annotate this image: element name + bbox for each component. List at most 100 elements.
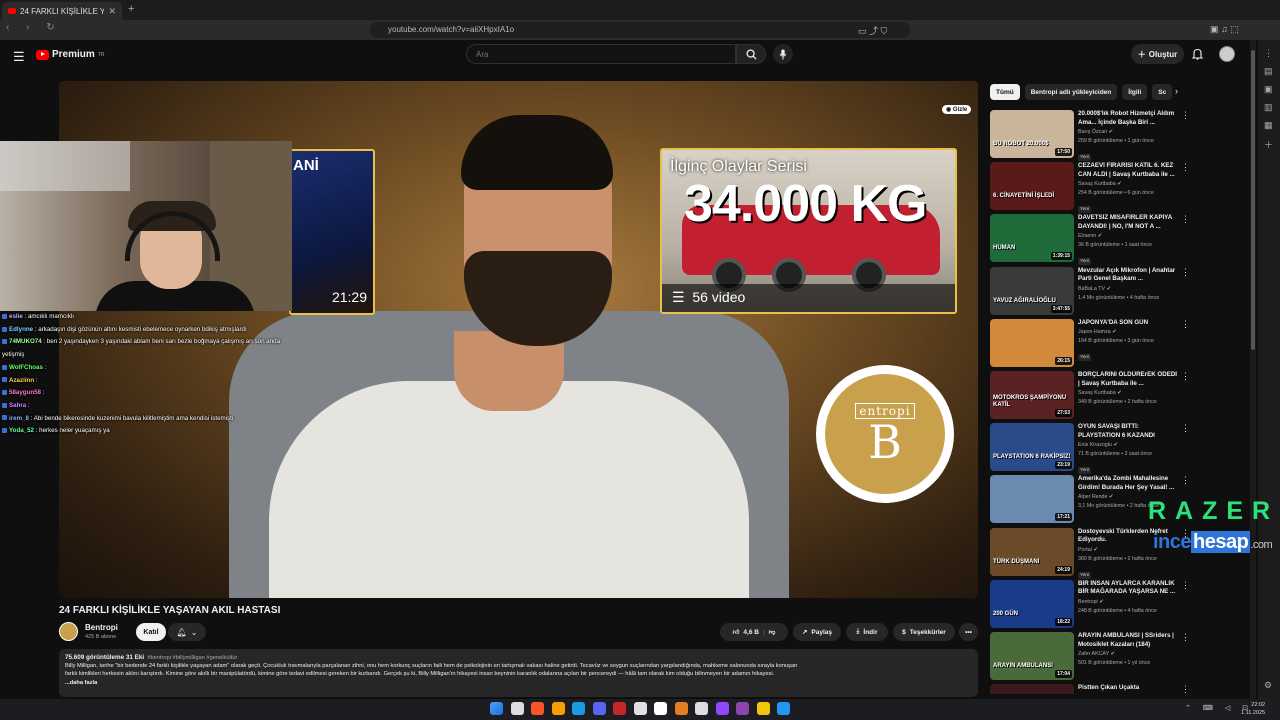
chat-username[interactable]: WolFChoas bbox=[9, 364, 43, 371]
video-thumbnail[interactable]: MOTOKROS ŞAMPİYONU KATİL 27:53 bbox=[990, 371, 1074, 419]
recommended-video[interactable]: PLAYSTATION 6 RAKİPSİZ! 23:19 OYUN SAVAŞI … bbox=[990, 423, 1190, 475]
more-options-icon[interactable]: ⋮ bbox=[1181, 214, 1190, 225]
video-title[interactable]: Pistten Çıkan Uçakta bbox=[1078, 684, 1178, 693]
app-icon[interactable] bbox=[674, 702, 688, 715]
recommended-video[interactable]: 26:15 JAPONYA'DA SON GÜN Japon Hamza ✔ 164 … bbox=[990, 318, 1190, 367]
video-title[interactable]: Amerika'da Zombi Mahallesine Girdim! Bur… bbox=[1078, 475, 1178, 492]
video-title[interactable]: JAPONYA'DA SON GÜN bbox=[1078, 319, 1178, 328]
chat-username[interactable]: Sahra bbox=[9, 402, 26, 409]
channel-name[interactable]: Bentropi ✔ bbox=[1078, 598, 1178, 607]
video-title[interactable]: BİR İNSAN AYLARCA KARANLIK BİR MAĞARADA … bbox=[1078, 580, 1178, 597]
video-thumbnail[interactable]: HUMAN 1:39:15 bbox=[990, 214, 1074, 263]
hashtags[interactable]: #bentropi #billymilligan #genelkültür bbox=[147, 655, 237, 661]
recommended-video[interactable]: MOTOKROS ŞAMPİYONU KATİL 27:53 BORÇLARINI … bbox=[990, 371, 1190, 419]
channel-name[interactable]: BaBaLa TV ✔ bbox=[1078, 285, 1178, 294]
app-icon[interactable] bbox=[756, 702, 770, 715]
video-thumbnail[interactable]: 26:15 bbox=[990, 318, 1074, 367]
sidebar-icon[interactable]: ▤ bbox=[1264, 66, 1273, 77]
video-thumbnail[interactable]: YAVUZ AĞIRALİOĞLU 3:47:55 bbox=[990, 266, 1074, 315]
discord-icon[interactable] bbox=[592, 702, 606, 715]
video-thumbnail[interactable]: 200 GÜN 18:22 bbox=[990, 579, 1074, 628]
channel-name[interactable]: Savaş Kurtbaba ✔ bbox=[1078, 389, 1178, 398]
video-title[interactable]: CEZAEVİ FİRARİSİ KATİL 6. KEZ CAN ALDI |… bbox=[1078, 162, 1178, 179]
more-options-icon[interactable]: ⋮ bbox=[1181, 475, 1190, 486]
more-options-icon[interactable]: ⋮ bbox=[1181, 319, 1190, 330]
dislike-icon[interactable]: 👎︎ bbox=[769, 628, 776, 636]
windows-start-icon[interactable] bbox=[490, 702, 503, 715]
settings-gear-icon[interactable]: ⚙ bbox=[1264, 680, 1272, 691]
nav-buttons[interactable]: ‹ › ↻ bbox=[6, 22, 62, 33]
video-title[interactable]: ARAYIN AMBULANSI | SSriders | Motosiklet… bbox=[1078, 632, 1178, 649]
filter-chip[interactable]: Bentropi adlı yükleyiciden bbox=[1024, 84, 1118, 100]
channel-name[interactable]: Japon Hamza ✔ bbox=[1078, 328, 1178, 337]
brave-icon[interactable] bbox=[531, 702, 544, 715]
scrollbar-thumb[interactable] bbox=[1251, 50, 1255, 350]
sidebar-icon[interactable]: ▣ bbox=[1264, 84, 1273, 95]
app-icon[interactable] bbox=[654, 702, 667, 715]
show-more-link[interactable]: ...daha fazla bbox=[65, 679, 972, 687]
chevron-right-icon[interactable]: › bbox=[1175, 86, 1178, 96]
steam-icon[interactable] bbox=[572, 702, 585, 715]
obs-icon[interactable] bbox=[736, 702, 749, 715]
browser-extension-icons[interactable]: ▣ ♫ ⬚ bbox=[1210, 24, 1239, 35]
chat-username[interactable]: Edlynne bbox=[9, 326, 33, 333]
download-button[interactable]: ⤓ İndir bbox=[846, 623, 888, 641]
more-options-icon[interactable]: ⋮ bbox=[1181, 371, 1190, 382]
filter-chip[interactable]: İlgili bbox=[1122, 84, 1148, 100]
add-icon[interactable]: ＋ bbox=[1264, 138, 1273, 151]
chat-username[interactable]: irem_8 bbox=[9, 415, 29, 422]
more-options-icon[interactable]: ⋮ bbox=[1181, 632, 1190, 643]
video-thumbnail[interactable]: YOLCULARIN SANİYELERİ bbox=[990, 684, 1074, 695]
search-button[interactable] bbox=[736, 44, 766, 64]
notifications-bell-icon[interactable] bbox=[1191, 47, 1204, 65]
channel-name[interactable]: Bentropi bbox=[85, 623, 118, 632]
filter-chip[interactable]: Sc bbox=[1152, 84, 1173, 100]
thanks-button[interactable]: $ Teşekkürler bbox=[893, 623, 955, 641]
more-options-icon[interactable]: ⋮ bbox=[1181, 162, 1190, 173]
channel-name[interactable]: Savaş Kurtbaba ✔ bbox=[1078, 180, 1178, 189]
hide-button[interactable]: ◉ Gizle bbox=[942, 105, 972, 114]
chat-username[interactable]: 74MUKO74 bbox=[9, 338, 42, 345]
more-options-icon[interactable]: ⋮ bbox=[1181, 110, 1190, 121]
sidebar-icon[interactable]: ▦ bbox=[1264, 120, 1273, 131]
video-title[interactable]: DAVETSİZ MİSAFİRLER KAPIYA DAYANDI! | NO… bbox=[1078, 214, 1178, 231]
video-thumbnail[interactable]: 17:21 bbox=[990, 475, 1074, 524]
video-title[interactable]: 20.000$'lık Robot Hizmetçi Aldım Ama... … bbox=[1078, 110, 1178, 127]
chat-username[interactable]: eslie bbox=[9, 313, 23, 320]
video-thumbnail[interactable]: TÜRK DÜŞMANI 24:19 bbox=[990, 527, 1074, 576]
youtube-logo[interactable]: Premium TR bbox=[36, 49, 104, 60]
chat-username[interactable]: Azaziinn bbox=[9, 377, 34, 384]
video-thumbnail[interactable]: BU ROBOT 20.000$ 17:50 bbox=[990, 110, 1074, 158]
subscription-bell-button[interactable]: 🔔︎ ⌄ bbox=[168, 623, 206, 641]
create-button[interactable]: ＋ Oluştur bbox=[1131, 44, 1184, 64]
share-button[interactable]: ↗ Paylaş bbox=[793, 623, 841, 641]
like-dislike-group[interactable]: 👍︎ 4,6 B | 👎︎ bbox=[720, 623, 788, 641]
app-icon[interactable] bbox=[613, 702, 626, 715]
channel-name[interactable]: Enis Kirazoglu ✔ bbox=[1078, 441, 1178, 450]
channel-avatar[interactable] bbox=[59, 622, 78, 641]
recommended-video[interactable]: YOLCULARIN SANİYELERİ Pistten Çıkan Uçakt… bbox=[990, 684, 1190, 695]
video-title[interactable]: BORÇLARINI ÖLDÜRErEK ÖDEDİ | Savaş Kurtb… bbox=[1078, 371, 1178, 388]
channel-name[interactable]: Elraenn ✔ bbox=[1078, 232, 1178, 241]
sidebar-icon[interactable]: ⋮ bbox=[1264, 48, 1273, 59]
more-options-icon[interactable]: ⋮ bbox=[1181, 684, 1190, 694]
app-icon[interactable] bbox=[633, 702, 647, 715]
video-thumbnail[interactable]: 6. CİNAYETİNİ İŞLEDİ bbox=[990, 162, 1074, 211]
recommended-video[interactable]: ARAYIN AMBULANSI 17:04 ARAYIN AMBULANSI | … bbox=[990, 632, 1190, 680]
menu-icon[interactable]: ☰ bbox=[13, 49, 25, 65]
join-button[interactable]: Katıl bbox=[136, 623, 166, 641]
search-input[interactable]: Ara bbox=[466, 44, 736, 64]
end-card-video[interactable]: ANİ 21:29 bbox=[289, 149, 375, 315]
channel-name[interactable]: Barış Özcan ✔ bbox=[1078, 128, 1178, 137]
like-icon[interactable]: 👍︎ bbox=[733, 628, 740, 636]
taskbar-clock[interactable]: 22:02 1.11.2025 bbox=[1241, 701, 1265, 717]
channel-name[interactable]: Zafer AKCAY ✔ bbox=[1078, 650, 1178, 659]
url-field[interactable]: youtube.com/watch?v=aiiXHpxIA1o bbox=[370, 22, 910, 38]
filter-chip[interactable]: Tümü bbox=[990, 84, 1020, 100]
recommended-video[interactable]: HUMAN 1:39:15 DAVETSİZ MİSAFİRLER KAPIYA D… bbox=[990, 214, 1190, 266]
browser-tab[interactable]: 24 FARKLI KİŞİLİKLE YAŞAYAN AI ✕ bbox=[2, 2, 122, 20]
recommended-video[interactable]: YAVUZ AĞIRALİOĞLU 3:47:55 Mevzular Açık Mi… bbox=[990, 266, 1190, 315]
description-box[interactable]: 75.609 görüntüleme 31 Eki #bentropi #bil… bbox=[59, 649, 978, 697]
video-thumbnail[interactable]: ARAYIN AMBULANSI 17:04 bbox=[990, 632, 1074, 680]
app-icon[interactable] bbox=[777, 702, 790, 715]
